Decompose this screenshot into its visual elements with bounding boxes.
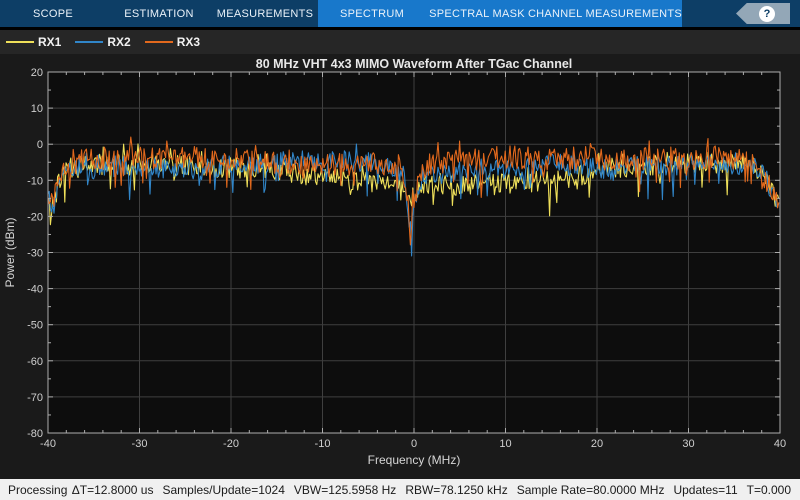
y-tick-label: -80	[27, 428, 43, 440]
status-field: Sample Rate=80.0000 MHz	[516, 482, 665, 497]
help-button-label: ?	[763, 7, 771, 20]
x-tick-label: 10	[499, 438, 511, 450]
legend-item-rx1[interactable]: RX1	[6, 35, 61, 49]
legend-swatch-rx3	[144, 41, 173, 43]
y-axis-label: Power (dBm)	[3, 217, 17, 287]
x-tick-label: 0	[411, 438, 417, 450]
x-tick-label: 40	[774, 438, 786, 450]
status-field: VBW=125.5958 Hz	[293, 482, 397, 497]
status-bar: Processing ΔT=12.8000 us Samples/Update=1…	[0, 479, 800, 500]
tab-spectrum[interactable]: SPECTRUM	[318, 0, 426, 27]
status-field: Updates=11	[673, 482, 738, 497]
x-tick-label: -30	[132, 438, 148, 450]
status-fields: ΔT=12.8000 us Samples/Update=1024 VBW=125.…	[72, 483, 800, 497]
tab-estimation[interactable]: ESTIMATION	[106, 0, 212, 27]
y-tick-label: -50	[27, 320, 43, 332]
question-icon: ?	[759, 5, 775, 22]
spectrum-plot[interactable]: -40 -30 -20 -10 0 10 20 30 4020100-10-20-30-40-5…	[0, 54, 800, 479]
legend: RX1 RX2 RX3	[0, 30, 800, 54]
y-tick-label: -20	[27, 211, 43, 223]
x-tick-label: -10	[315, 438, 331, 450]
y-tick-label: 10	[31, 103, 43, 115]
y-tick-label: -30	[27, 248, 43, 260]
legend-swatch-rx2	[75, 41, 104, 43]
legend-item-rx3[interactable]: RX3	[144, 35, 201, 49]
status-field: Samples/Update=1024	[162, 482, 285, 497]
x-tick-label: 20	[591, 438, 603, 450]
tab-spectral-mask[interactable]: SPECTRAL MASK	[426, 0, 528, 27]
toolstrip: SCOPE ESTIMATION MEASUREMENTS SPECTRUM SPEC…	[0, 0, 800, 27]
figure-area: 80 MHz VHT 4x3 MIMO Waveform After TGac …	[0, 54, 800, 479]
x-tick-label: 30	[682, 438, 694, 450]
status-field: RBW=78.1250 kHz	[405, 482, 508, 497]
tab-scope[interactable]: SCOPE	[0, 0, 106, 27]
x-axis-label: Frequency (MHz)	[368, 453, 461, 467]
y-tick-label: -70	[27, 392, 43, 404]
tab-measurements[interactable]: MEASUREMENTS	[212, 0, 318, 27]
y-tick-label: 20	[31, 67, 43, 79]
legend-label-rx1: RX1	[38, 35, 62, 49]
y-tick-label: -40	[27, 284, 43, 296]
spectrum-analyzer-window: SCOPE ESTIMATION MEASUREMENTS SPECTRUM SPEC…	[0, 0, 800, 500]
toolstrip-spacer	[682, 0, 736, 27]
tab-channel-measurements[interactable]: CHANNEL MEASUREMENTS	[528, 0, 682, 27]
x-tick-label: -20	[223, 438, 239, 450]
legend-item-rx2[interactable]: RX2	[75, 35, 131, 49]
legend-label-rx2: RX2	[107, 35, 131, 49]
y-tick-label: -60	[27, 356, 43, 368]
tab-group-main: SCOPE ESTIMATION MEASUREMENTS	[0, 0, 318, 27]
tab-group-contextual: SPECTRUM SPECTRAL MASK CHANNEL MEASUREMENT…	[318, 0, 682, 27]
y-tick-label: -10	[27, 175, 43, 187]
legend-swatch-rx1	[6, 41, 34, 43]
status-field: T=0.000	[746, 482, 791, 497]
status-field: ΔT=12.8000 us	[71, 482, 154, 497]
y-tick-label: 0	[37, 139, 43, 151]
help-button[interactable]: ?	[736, 3, 790, 24]
legend-label-rx3: RX3	[176, 35, 201, 49]
status-processing-label: Processing	[8, 482, 68, 497]
